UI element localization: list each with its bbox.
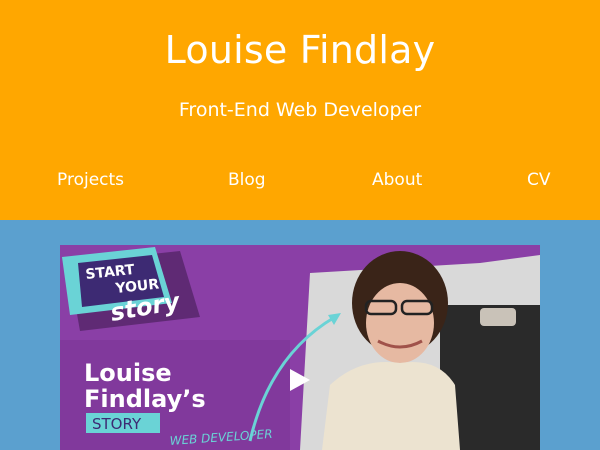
story-label: STORY [92, 415, 142, 433]
video-thumbnail: START YOUR story Louise Findlay’s STORY … [60, 245, 540, 450]
shirt [322, 361, 460, 450]
nav-link-cv[interactable]: CV [527, 170, 551, 190]
video-name-line2: Findlay’s [84, 385, 206, 413]
video-embed[interactable]: START YOUR story Louise Findlay’s STORY … [60, 245, 540, 450]
play-icon[interactable] [284, 365, 314, 395]
nav-link-about[interactable]: About [372, 170, 422, 190]
mug [480, 308, 516, 326]
site-subtitle: Front-End Web Developer [178, 99, 422, 121]
site-title: Louise Findlay [164, 28, 436, 72]
main-nav: Projects Blog About CV [0, 170, 600, 194]
site-header: Louise Findlay Front-End Web Developer P… [0, 0, 600, 220]
video-name-line1: Louise [84, 359, 172, 387]
nav-link-blog[interactable]: Blog [228, 170, 266, 190]
face [366, 283, 434, 363]
nav-link-projects[interactable]: Projects [57, 170, 124, 190]
